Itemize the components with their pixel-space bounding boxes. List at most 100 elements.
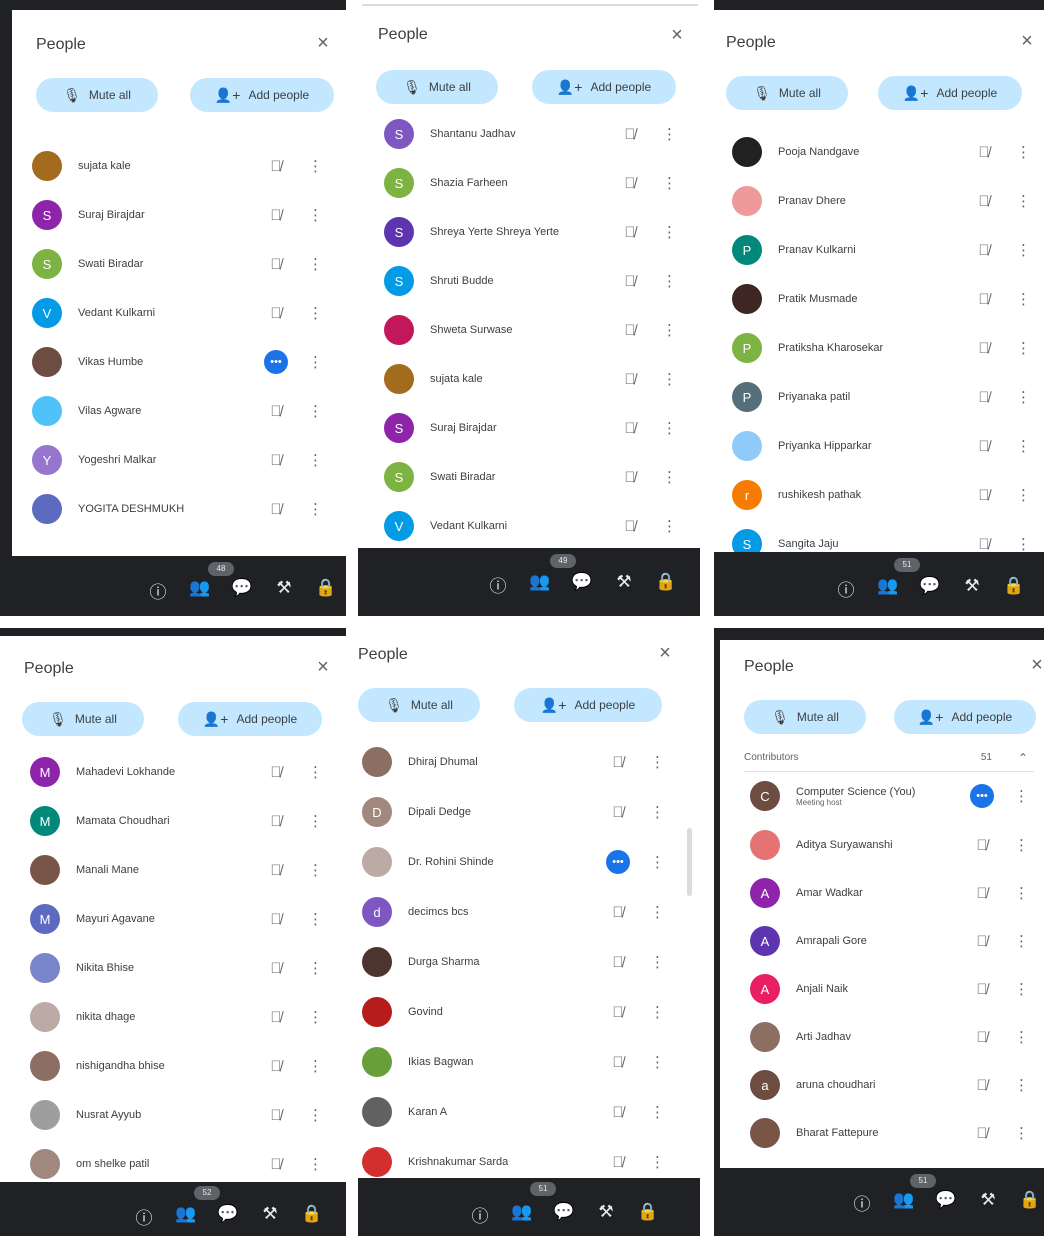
activities-icon[interactable]: ⚒: [594, 1202, 618, 1227]
mic-off-icon[interactable]: 🎙̸: [604, 1104, 632, 1121]
mute-all-button[interactable]: 🎙 Mute all: [36, 78, 158, 112]
activities-icon[interactable]: ⚒: [258, 1204, 282, 1229]
mic-off-icon[interactable]: 🎙̸: [262, 1009, 290, 1026]
more-options-icon[interactable]: ⋮: [1014, 836, 1029, 854]
host-controls-icon[interactable]: 🔒: [300, 1204, 324, 1229]
mute-all-button[interactable]: 🎙 Mute all: [376, 70, 498, 104]
mic-off-icon[interactable]: 🎙̸: [604, 754, 632, 771]
more-options-icon[interactable]: ⋮: [1016, 241, 1031, 259]
participant-row[interactable]: Shweta Surwase 🎙̸ ⋮: [384, 308, 686, 352]
more-options-icon[interactable]: ⋮: [1014, 1028, 1029, 1046]
participant-row[interactable]: S Swati Biradar 🎙̸ ⋮: [32, 242, 332, 286]
mic-off-icon[interactable]: 🎙̸: [970, 389, 998, 406]
more-options-icon[interactable]: ⋮: [662, 517, 677, 535]
chat-icon[interactable]: 💬: [552, 1202, 576, 1227]
host-controls-icon[interactable]: 🔒: [636, 1202, 660, 1227]
close-icon[interactable]: ×: [1026, 654, 1044, 676]
more-options-icon[interactable]: ⋮: [1016, 339, 1031, 357]
info-icon[interactable]: ⓘ: [486, 572, 510, 597]
mic-off-icon[interactable]: 🎙̸: [604, 1004, 632, 1021]
participant-row[interactable]: Bharat Fattepure 🎙̸ ⋮: [750, 1111, 1038, 1155]
more-options-icon[interactable]: ⋮: [650, 953, 665, 971]
mic-off-icon[interactable]: 🎙̸: [604, 904, 632, 921]
speaking-indicator-icon[interactable]: •••: [606, 850, 630, 874]
participant-row[interactable]: A Anjali Naik 🎙̸ ⋮: [750, 967, 1038, 1011]
people-icon[interactable]: 👥: [510, 1202, 534, 1227]
mic-off-icon[interactable]: 🎙̸: [970, 340, 998, 357]
participant-row[interactable]: S Shruti Budde 🎙̸ ⋮: [384, 259, 686, 303]
participant-row[interactable]: P Pranav Kulkarni 🎙̸ ⋮: [732, 228, 1040, 272]
close-icon[interactable]: ×: [312, 32, 334, 54]
more-options-icon[interactable]: ⋮: [1014, 884, 1029, 902]
host-controls-icon[interactable]: 🔒: [654, 572, 678, 597]
activities-icon[interactable]: ⚒: [612, 572, 636, 597]
participant-row[interactable]: S Suraj Birajdar 🎙̸ ⋮: [384, 406, 686, 450]
mic-off-icon[interactable]: 🎙̸: [604, 804, 632, 821]
participant-row[interactable]: M Mamata Choudhari 🎙̸ ⋮: [30, 799, 332, 843]
participant-row[interactable]: Krishnakumar Sarda 🎙̸ ⋮: [362, 1140, 674, 1178]
mic-off-icon[interactable]: 🎙̸: [604, 1054, 632, 1071]
more-options-icon[interactable]: ⋮: [650, 753, 665, 771]
more-options-icon[interactable]: ⋮: [308, 206, 323, 224]
participant-row[interactable]: Vikas Humbe ••• ⋮: [32, 340, 332, 384]
participant-row[interactable]: a aruna choudhari 🎙̸ ⋮: [750, 1063, 1038, 1107]
host-controls-icon[interactable]: 🔒: [314, 578, 338, 603]
more-options-icon[interactable]: ⋮: [650, 853, 665, 871]
people-icon[interactable]: 👥: [892, 1190, 916, 1215]
activities-icon[interactable]: ⚒: [976, 1190, 1000, 1215]
more-options-icon[interactable]: ⋮: [1014, 1124, 1029, 1142]
more-options-icon[interactable]: ⋮: [308, 402, 323, 420]
participant-row[interactable]: S Swati Biradar 🎙̸ ⋮: [384, 455, 686, 499]
participant-row[interactable]: Govind 🎙̸ ⋮: [362, 990, 674, 1034]
speaking-indicator-icon[interactable]: •••: [264, 350, 288, 374]
mic-off-icon[interactable]: 🎙̸: [970, 438, 998, 455]
more-options-icon[interactable]: ⋮: [650, 1003, 665, 1021]
more-options-icon[interactable]: ⋮: [1014, 1076, 1029, 1094]
mic-off-icon[interactable]: 🎙̸: [970, 242, 998, 259]
people-icon[interactable]: 👥: [528, 572, 552, 597]
mic-off-icon[interactable]: 🎙̸: [970, 144, 998, 161]
mic-off-icon[interactable]: 🎙̸: [970, 536, 998, 553]
more-options-icon[interactable]: ⋮: [1014, 932, 1029, 950]
mic-off-icon[interactable]: 🎙̸: [262, 501, 290, 518]
participant-row[interactable]: Dhiraj Dhumal 🎙̸ ⋮: [362, 740, 674, 784]
mic-off-icon[interactable]: 🎙̸: [262, 256, 290, 273]
mic-off-icon[interactable]: 🎙̸: [262, 305, 290, 322]
mic-off-icon[interactable]: 🎙̸: [262, 813, 290, 830]
participant-row[interactable]: r rushikesh pathak 🎙̸ ⋮: [732, 473, 1040, 517]
participant-row[interactable]: V Vedant Kulkarni 🎙̸ ⋮: [32, 291, 332, 335]
chat-icon[interactable]: 💬: [216, 1204, 240, 1229]
chat-icon[interactable]: 💬: [230, 578, 254, 603]
more-options-icon[interactable]: ⋮: [662, 370, 677, 388]
more-options-icon[interactable]: ⋮: [1014, 980, 1029, 998]
participant-row[interactable]: d decimcs bcs 🎙̸ ⋮: [362, 890, 674, 934]
info-icon[interactable]: ⓘ: [850, 1190, 874, 1215]
more-options-icon[interactable]: ⋮: [308, 1106, 323, 1124]
participant-row[interactable]: V Vedant Kulkarni 🎙̸ ⋮: [384, 504, 686, 548]
activities-icon[interactable]: ⚒: [960, 576, 984, 601]
participant-row[interactable]: A Amar Wadkar 🎙̸ ⋮: [750, 871, 1038, 915]
participant-row[interactable]: S Suraj Birajdar 🎙̸ ⋮: [32, 193, 332, 237]
more-options-icon[interactable]: ⋮: [1016, 388, 1031, 406]
participant-row[interactable]: Manali Mane 🎙̸ ⋮: [30, 848, 332, 892]
more-options-icon[interactable]: ⋮: [308, 304, 323, 322]
participant-row[interactable]: Pooja Nandgave 🎙̸ ⋮: [732, 130, 1040, 174]
participant-row[interactable]: Aditya Suryawanshi 🎙̸ ⋮: [750, 823, 1038, 867]
mic-off-icon[interactable]: 🎙̸: [262, 911, 290, 928]
mic-off-icon[interactable]: 🎙̸: [616, 322, 644, 339]
chat-icon[interactable]: 💬: [570, 572, 594, 597]
mic-off-icon[interactable]: 🎙̸: [970, 193, 998, 210]
participant-row[interactable]: Nusrat Ayyub 🎙̸ ⋮: [30, 1093, 332, 1137]
more-options-icon[interactable]: ⋮: [662, 174, 677, 192]
info-icon[interactable]: ⓘ: [132, 1204, 156, 1229]
contributors-section-header[interactable]: Contributors 51 ⌃: [744, 744, 1034, 772]
more-options-icon[interactable]: ⋮: [308, 255, 323, 273]
participant-row[interactable]: S Shazia Farheen 🎙̸ ⋮: [384, 161, 686, 205]
speaking-indicator-icon[interactable]: •••: [970, 784, 994, 808]
more-options-icon[interactable]: ⋮: [650, 903, 665, 921]
participant-row[interactable]: M Mayuri Agavane 🎙̸ ⋮: [30, 897, 332, 941]
participant-row[interactable]: Pratik Musmade 🎙̸ ⋮: [732, 277, 1040, 321]
participant-row[interactable]: S Sangita Jaju 🎙̸ ⋮: [732, 522, 1040, 554]
participant-row[interactable]: M Mahadevi Lokhande 🎙̸ ⋮: [30, 750, 332, 794]
close-icon[interactable]: ×: [666, 24, 688, 46]
